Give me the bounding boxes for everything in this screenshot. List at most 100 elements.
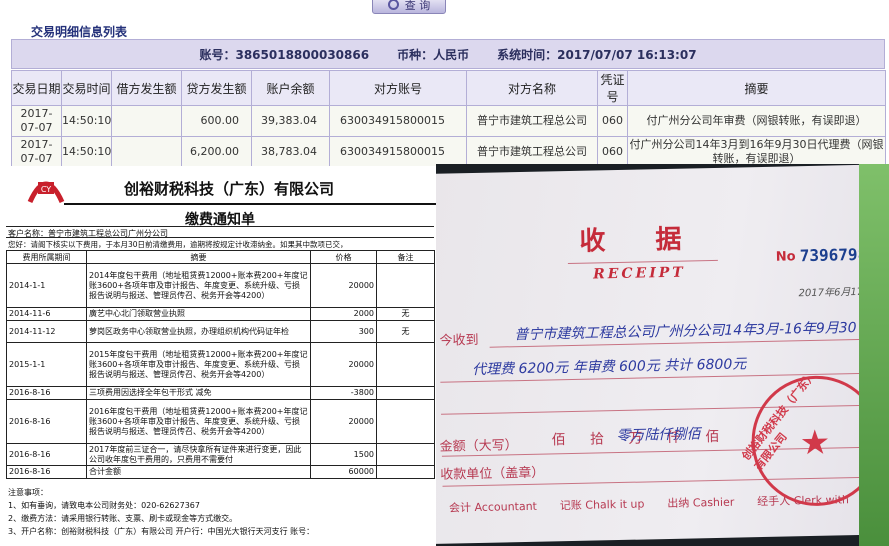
txn-voucher: 060 (597, 105, 628, 137)
fee-table: 费用所属期间 摘要 价格 备注 2014-1-1 2014年度包干费用（地址租赁… (6, 250, 435, 479)
amount-label: 金额（大写） (439, 438, 518, 455)
fee-note (376, 465, 435, 479)
txn-time: 14:50:10 (61, 136, 112, 168)
fee-column-header: 备注 (376, 250, 435, 264)
fee-price: 300 (310, 320, 377, 343)
fee-summary: 2016年度包干费用（地址租赁费12000+账本费200+年度记账3600+各项… (86, 399, 311, 444)
fee-row: 2014-11-6 廣艺中心北门领取营业执照 2000 无 (6, 307, 435, 321)
title-underline (567, 259, 718, 265)
header-divider (64, 203, 436, 205)
column-header[interactable]: 对方账号 (329, 70, 467, 106)
notice-greeting: 您好：请阁下核实以下费用，于本月30日前清缴费用，逾期将按规定计收滞纳金。如果其… (6, 237, 434, 251)
txn-counter-account: 630034915800015 (329, 105, 467, 137)
receipt-title: 收据 (579, 223, 732, 257)
payment-notice-document: CY 创裕财税科技（广东）有限公司 缴费通知单 客户名称：普宁市建筑工程总公司广… (4, 166, 436, 542)
svg-text:CY: CY (41, 185, 51, 194)
fee-row: 2015-1-1 2015年度包干费用（地址租赁费12000+账本费200+年度… (6, 342, 435, 387)
system-time-field: 系统时间：2017/07/07 16:13:07 (497, 47, 697, 62)
fee-period: 2014-1-1 (6, 263, 87, 308)
column-header[interactable]: 对方名称 (466, 70, 598, 106)
received-from-label: 今收到 (439, 332, 479, 349)
column-header[interactable]: 摘要 (627, 70, 886, 106)
column-header[interactable]: 账户余额 (251, 70, 330, 106)
fee-header-row: 费用所属期间 摘要 价格 备注 (6, 250, 435, 264)
fee-note: 无 (376, 320, 435, 343)
fee-price: 20000 (310, 342, 377, 387)
fee-period: 2014-11-12 (6, 320, 87, 343)
txn-date: 2017-07-07 (11, 136, 62, 168)
currency-field: 币种：人民币 (397, 47, 470, 62)
receipt-number: 7396798 (799, 244, 868, 266)
column-header[interactable]: 借方发生额 (111, 70, 182, 106)
fee-summary: 2014年度包干费用（地址租赁费12000+账本费200+年度记账3600+各项… (86, 263, 311, 308)
fee-summary: 合计金额 (86, 465, 311, 479)
fee-note: 无 (376, 307, 435, 321)
fee-price: 20000 (310, 263, 377, 308)
company-logo-icon: CY (27, 181, 65, 204)
account-number-field: 账号：3865018800030866 (199, 47, 370, 62)
fee-summary: 2015年度包干费用（地址租赁费12000+账本费200+年度记账3600+各项… (86, 342, 311, 387)
fee-period: 2016-8-16 (6, 386, 87, 400)
fee-row: 2016-8-16 2017年度前三证合一，请尽快拿所有证件来进行变更，因此公司… (6, 443, 435, 466)
txn-credit: 600.00 (181, 105, 252, 137)
fee-price: 1500 (310, 443, 377, 466)
fee-price: 20000 (310, 399, 377, 444)
footer-cashier: 出纳 Cashier (667, 495, 735, 511)
receipt-no-label: No (775, 249, 796, 265)
column-header[interactable]: 交易日期 (11, 70, 62, 106)
table-row[interactable]: 2017-07-07 14:50:10 600.00 39,383.04 630… (11, 105, 886, 137)
txn-memo: 付广州分公司14年3月到16年9月30日代理费（网银转账，有误即退） (627, 136, 886, 168)
background-edge (859, 164, 889, 546)
section-title: 交易明细信息列表 (31, 25, 128, 39)
account-info-bar: 账号：3865018800030866 币种：人民币 系统时间：2017/07/… (11, 39, 885, 69)
fee-price: 2000 (310, 307, 377, 321)
fee-note (376, 342, 435, 387)
receipt-photo: 收据 RECEIPT No 7396798 2017年6月17日 今收到 普宁市… (436, 164, 889, 546)
query-button[interactable]: 查 询 (372, 0, 446, 14)
column-header[interactable]: 凭证号 (597, 70, 628, 106)
fee-note (376, 263, 435, 308)
transaction-detail-panel: 查 询 交易明细信息列表 账号：3865018800030866 币种：人民币 … (0, 0, 889, 168)
txn-counter-account: 630034915800015 (329, 136, 467, 168)
transaction-table: 交易日期 交易时间 借方发生额 贷方发生额 账户余额 对方账号 对方名称 凭证号… (11, 70, 886, 168)
search-icon (387, 0, 399, 10)
query-button-label: 查 询 (404, 0, 431, 12)
notes-heading: 注意事项： (8, 488, 48, 497)
fee-total-row: 2016-8-16 合计金额 60000 (6, 465, 435, 479)
amount-handwriting: 零万陆仟捌佰 (616, 426, 701, 445)
fee-summary: 廣艺中心北门领取营业执照 (86, 307, 311, 321)
notice-notes: 注意事项： 1、如有垂询，请致电本公司财务处：020-62627367 2、缴费… (8, 486, 434, 538)
column-header[interactable]: 贷方发生额 (181, 70, 252, 106)
fee-row: 2014-11-12 萝岗区政务中心领取营业执照，办理组织机构代码证年检 300… (6, 320, 435, 343)
txn-memo: 付广州分公司年审费（网银转账，有误即退） (627, 105, 886, 137)
table-row[interactable]: 2017-07-07 14:50:10 6,200.00 38,783.04 6… (11, 136, 886, 168)
fee-note (376, 399, 435, 444)
txn-balance: 39,383.04 (251, 105, 330, 137)
fee-period: 2016-8-16 (6, 399, 87, 444)
txn-counter-name: 普宁市建筑工程总公司 (466, 136, 598, 168)
footer-bookkeeping: 记账 Chalk it up (559, 497, 645, 513)
column-header[interactable]: 交易时间 (61, 70, 112, 106)
fee-summary: 2017年度前三证合一，请尽快拿所有证件来进行变更，因此公司收年度包干费用的，只… (86, 443, 311, 466)
fee-summary: 三项费用因选择全年包干形式 减免 (86, 386, 311, 400)
star-icon: ★ (799, 422, 831, 464)
txn-debit (111, 136, 182, 168)
fee-period: 2015-1-1 (6, 342, 87, 387)
fee-period: 2016-8-16 (6, 465, 87, 479)
fee-period: 2016-8-16 (6, 443, 87, 466)
fee-row: 2014-1-1 2014年度包干费用（地址租赁费12000+账本费200+年度… (6, 263, 435, 308)
table-header-row: 交易日期 交易时间 借方发生额 贷方发生额 账户余额 对方账号 对方名称 凭证号… (11, 70, 886, 106)
txn-time: 14:50:10 (61, 105, 112, 137)
fee-note (376, 443, 435, 466)
fee-price: -3800 (310, 386, 377, 400)
fee-row: 2016-8-16 三项费用因选择全年包干形式 减免 -3800 (6, 386, 435, 400)
footer-accountant: 会计 Accountant (448, 499, 538, 515)
fee-total: 60000 (310, 465, 377, 479)
note-line: 2、缴费方法：请采用银行转账、支票、刷卡或现金等方式缴交。 (8, 514, 238, 523)
txn-balance: 38,783.04 (251, 136, 330, 168)
fee-column-header: 摘要 (86, 250, 311, 264)
note-line: 1、如有垂询，请致电本公司财务处：020-62627367 (8, 501, 200, 510)
receipt-paper: 收据 RECEIPT No 7396798 2017年6月17日 今收到 普宁市… (436, 164, 889, 544)
txn-voucher: 060 (597, 136, 628, 168)
fee-column-header: 价格 (310, 250, 377, 264)
